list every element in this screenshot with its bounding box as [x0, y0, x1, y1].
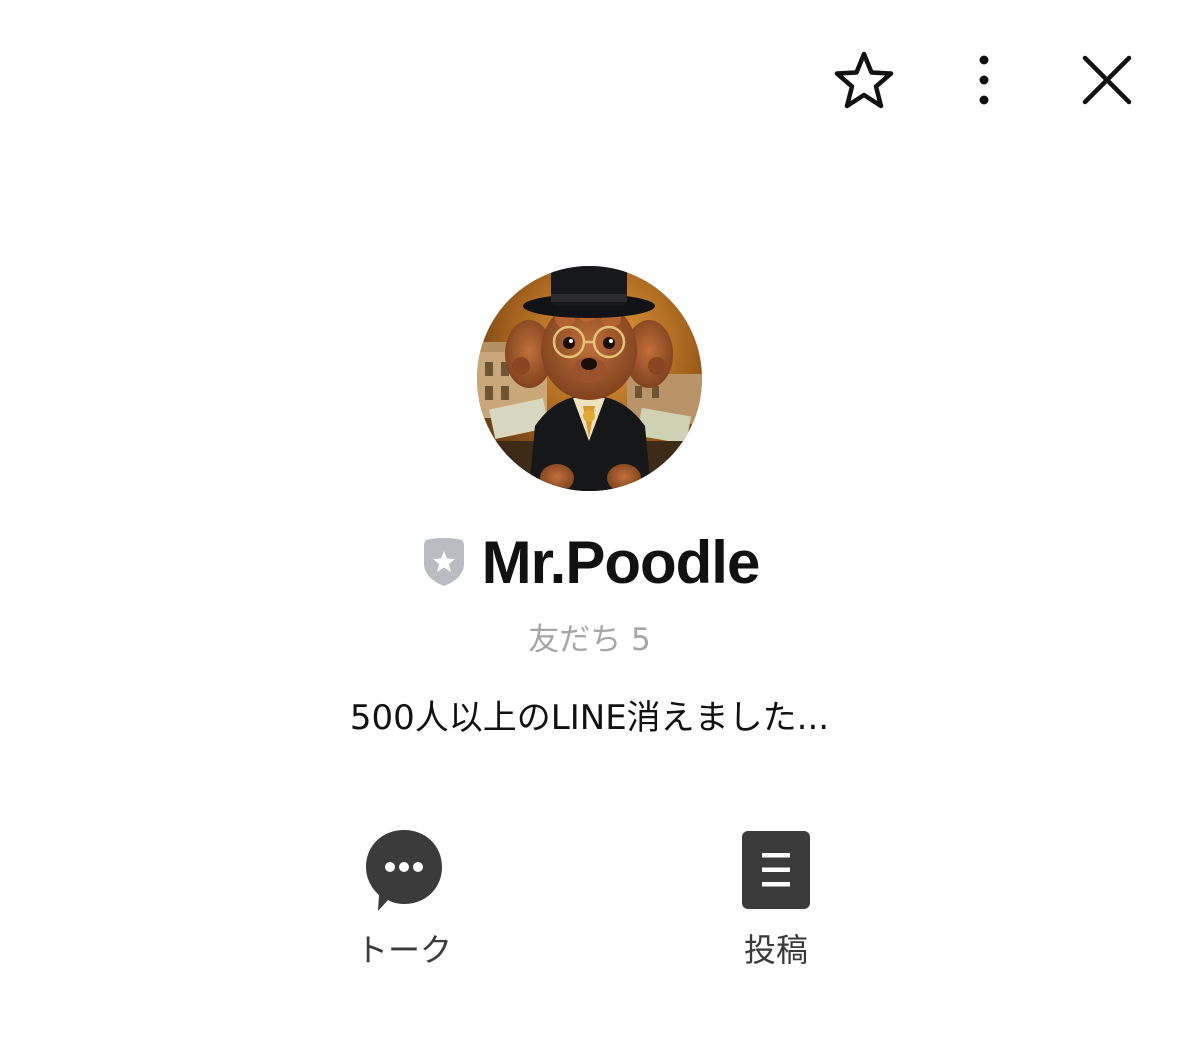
- talk-button[interactable]: トーク: [314, 825, 494, 975]
- posts-button[interactable]: 投稿: [686, 825, 866, 975]
- favorite-button[interactable]: [824, 40, 904, 120]
- more-options-button[interactable]: [944, 40, 1024, 120]
- poodle-avatar-image: [477, 266, 702, 491]
- talk-icon-wrap: [359, 825, 449, 915]
- profile-name-row: Mr.Poodle: [0, 522, 1179, 602]
- status-message: 500人以上のLINE消えました...: [349, 698, 830, 738]
- chat-bubble-icon: [366, 830, 442, 911]
- posts-icon-wrap: [731, 825, 821, 915]
- profile-avatar[interactable]: [477, 266, 702, 491]
- posts-label: 投稿: [743, 931, 808, 969]
- close-button[interactable]: [1067, 40, 1147, 120]
- profile-name: Mr.Poodle: [481, 528, 761, 596]
- shield-star-badge-icon: [423, 538, 464, 586]
- vertical-ellipsis-icon: [979, 55, 989, 105]
- talk-label: トーク: [355, 931, 452, 969]
- close-x-icon: [1082, 55, 1132, 105]
- post-list-icon: [742, 831, 810, 909]
- friends-count[interactable]: 友だち 5: [0, 614, 1179, 659]
- star-outline-icon: [834, 51, 894, 109]
